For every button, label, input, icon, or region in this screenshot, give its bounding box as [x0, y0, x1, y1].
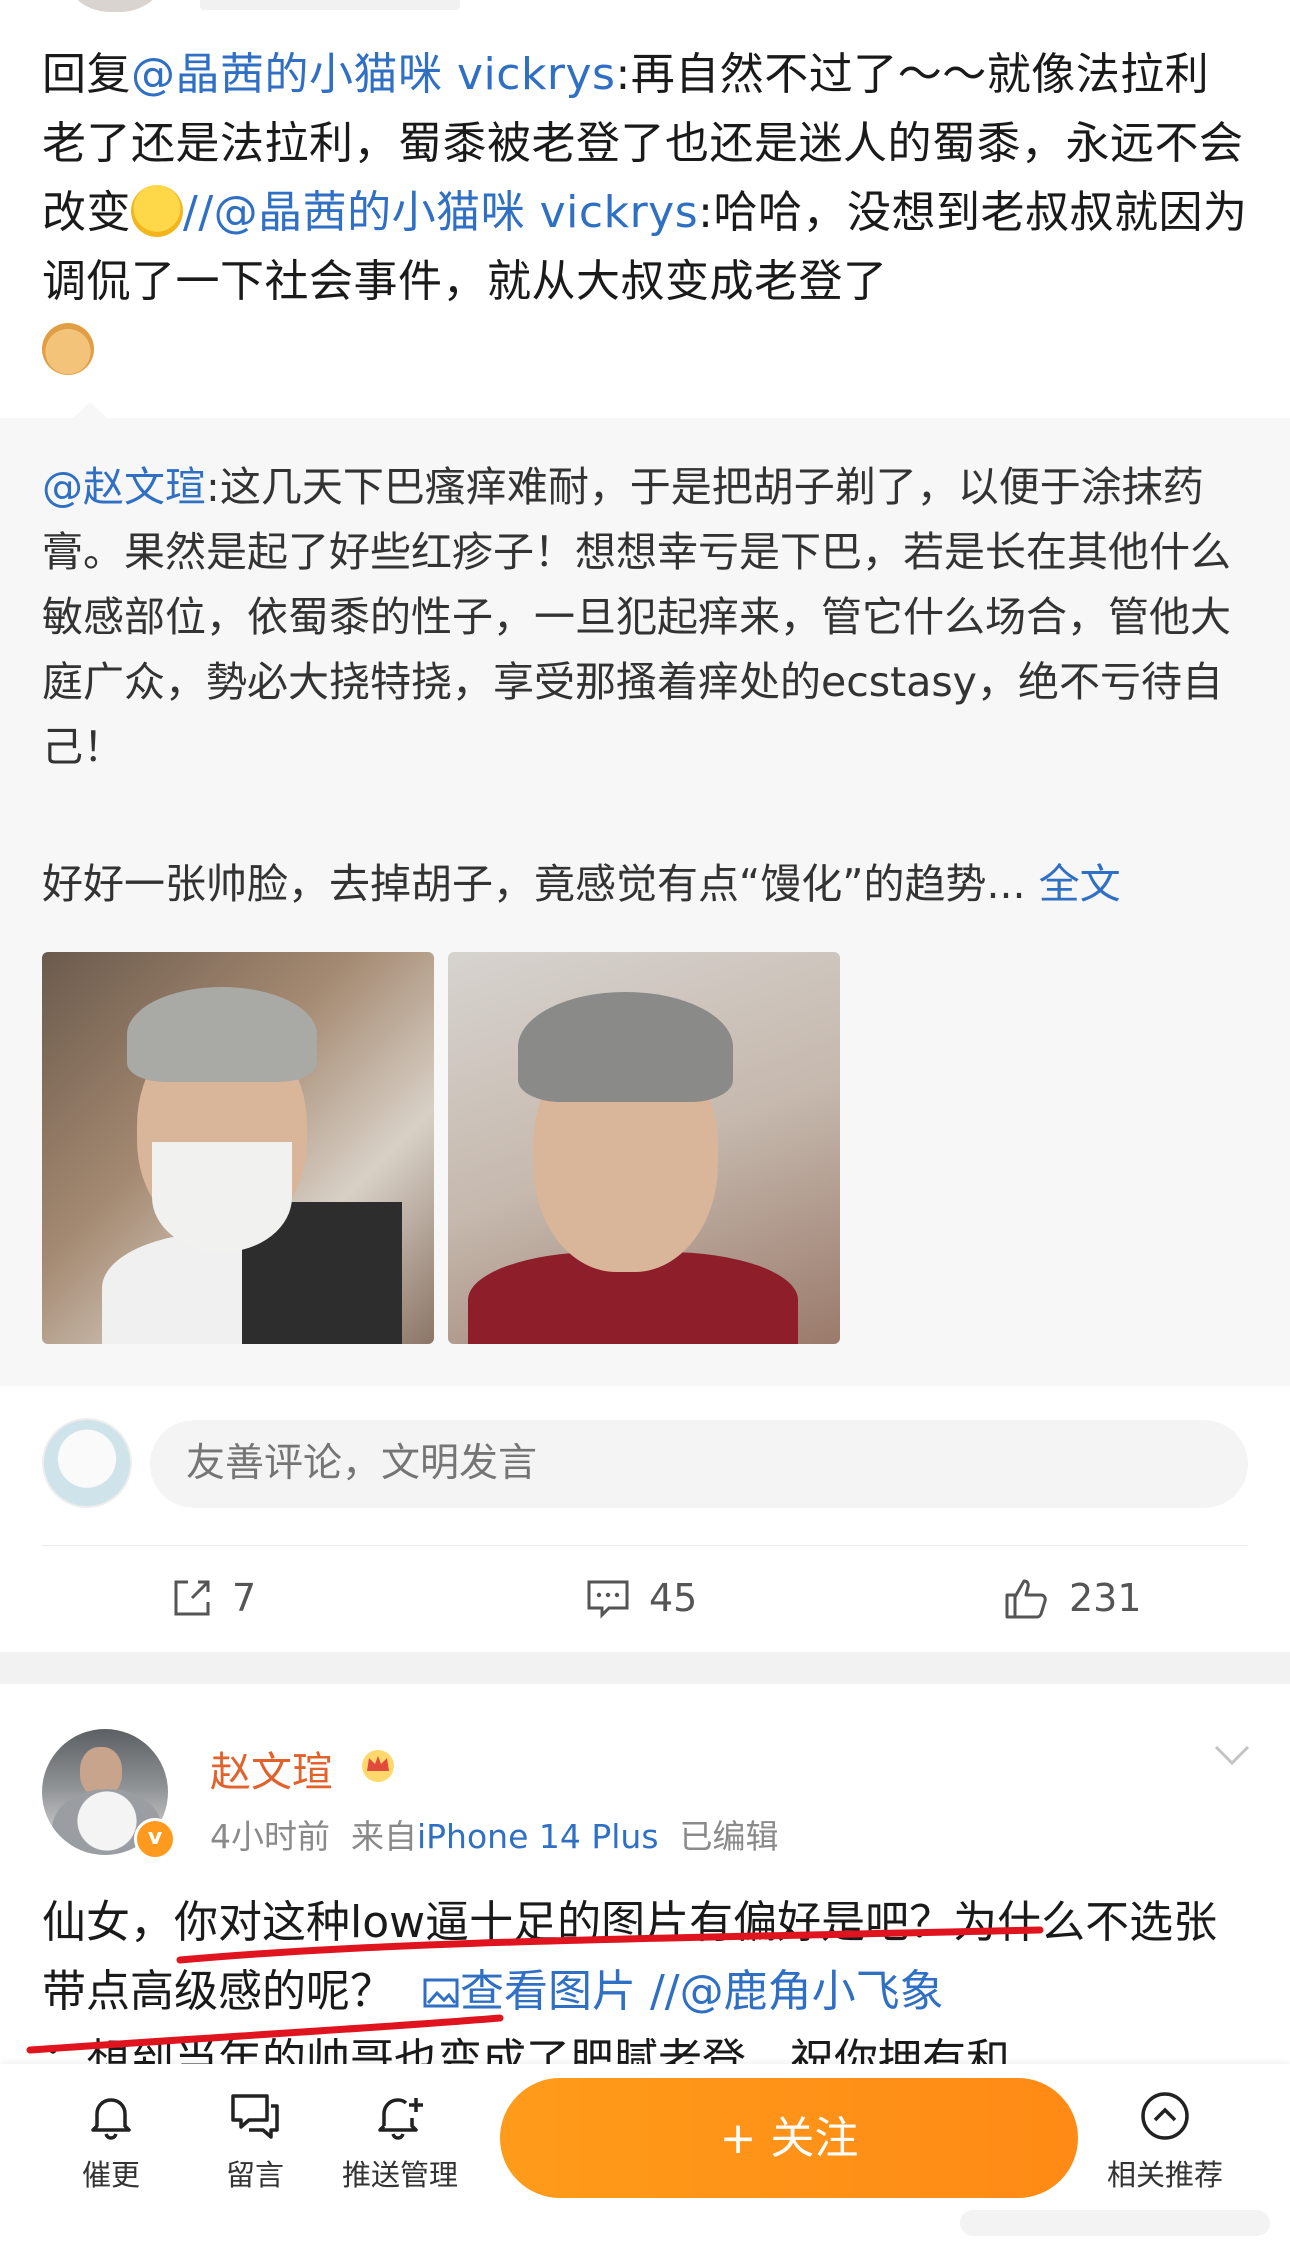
photo-2-hair [518, 992, 733, 1102]
share-icon [174, 1580, 210, 1616]
push-label: 推送管理 [341, 2158, 458, 2192]
thumbs-up-icon [1005, 1579, 1047, 1619]
related-recommend-button[interactable]: 相关推荐 [1090, 2088, 1240, 2194]
push-management-button[interactable]: 推送管理 [325, 2088, 475, 2194]
image-icon [423, 1978, 459, 2008]
full-text-link[interactable]: 全文 [1039, 860, 1121, 908]
view-image-label: 查看图片 [459, 1966, 636, 2017]
crown-icon [362, 1750, 394, 1782]
remind-label: 催更 [81, 2158, 140, 2192]
reply-text: 回复@晶茜的小猫咪 vickrys:再自然不过了～～就像法拉利老了还是法拉利，蜀… [42, 40, 1252, 385]
quoted-teaser-text: 好好一张帅脸，去掉胡子，竟感觉有点“馒化”的趋势... [42, 860, 1026, 908]
post-photo-bearded[interactable] [42, 952, 434, 1344]
home-indicator [960, 2210, 1270, 2236]
message-label: 留言 [225, 2158, 284, 2192]
post-source[interactable]: iPhone 14 Plus [417, 1817, 659, 1856]
related-label: 相关推荐 [1106, 2158, 1223, 2192]
like-count: 231 [1069, 1576, 1142, 1620]
quoted-teaser: 好好一张帅脸，去掉胡子，竟感觉有点“馒化”的趋势... 全文 [42, 852, 1262, 917]
message-bubbles-icon [231, 2094, 279, 2139]
post-separator: // [649, 1966, 680, 2017]
bell-icon [91, 2098, 131, 2140]
post-photo-shaved[interactable] [448, 952, 840, 1344]
post-edited: 已编辑 [679, 1817, 779, 1856]
post-source-prefix: 来自 [350, 1817, 417, 1856]
quote-caret [72, 402, 108, 419]
quoted-post-text: @赵文瑄:这几天下巴瘙痒难耐，于是把胡子剃了，以便于涂抹药膏。果然是起了好些红疹… [42, 455, 1252, 780]
comment-input[interactable] [150, 1420, 1248, 1508]
repost-separator: // [183, 187, 214, 238]
comment-button[interactable]: 45 [585, 1568, 697, 1628]
comment-count: 45 [649, 1576, 698, 1620]
share-button[interactable]: 7 [170, 1568, 256, 1628]
share-count: 7 [232, 1576, 257, 1620]
post-author-name[interactable]: 赵文瑄 [210, 1738, 333, 1798]
divider [42, 1545, 1248, 1546]
bell-plus-icon [378, 2098, 423, 2140]
my-avatar[interactable] [42, 1418, 132, 1508]
remind-button[interactable]: 催更 [36, 2088, 186, 2194]
comment-icon [587, 1580, 629, 1619]
verified-badge-icon: v [134, 1818, 176, 1860]
post-meta: 4小时前 来自iPhone 14 Plus 已编辑 [210, 1810, 779, 1858]
chevron-down-icon[interactable] [1212, 1742, 1252, 1768]
section-separator [0, 1652, 1290, 1684]
reply-mention-1[interactable]: @晶茜的小猫咪 vickrys [131, 49, 615, 100]
quoted-author-mention[interactable]: @赵文瑄 [42, 463, 206, 511]
view-image-link[interactable]: 查看图片 [422, 1966, 636, 2017]
follow-button[interactable]: + 关注 [500, 2078, 1078, 2198]
previous-avatar [60, 0, 170, 12]
message-button[interactable]: 留言 [180, 2088, 330, 2194]
photo-1-hair [127, 987, 317, 1082]
previous-meta [200, 0, 460, 10]
doge-emoji-icon [42, 323, 94, 375]
like-button[interactable]: 231 [1003, 1568, 1142, 1628]
post-time: 4小时前 [210, 1817, 330, 1856]
post-mention[interactable]: @鹿角小飞象 [680, 1966, 944, 2017]
reply-prefix: 回复 [42, 49, 131, 100]
quoted-body: :这几天下巴瘙痒难耐，于是把胡子剃了，以便于涂抹药膏。果然是起了好些红疹子！想想… [42, 463, 1231, 771]
shocked-face-emoji-icon [131, 185, 183, 237]
reply-mention-2[interactable]: @晶茜的小猫咪 vickrys [214, 187, 698, 238]
photo-1-beard [152, 1142, 292, 1252]
chevron-up-circle-icon [1141, 2092, 1189, 2140]
